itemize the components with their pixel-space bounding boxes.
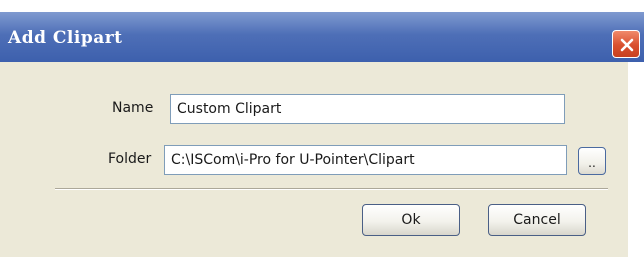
close-button[interactable] xyxy=(612,30,640,58)
divider xyxy=(55,188,608,190)
dialog-title: Add Clipart xyxy=(8,28,123,48)
folder-label: Folder xyxy=(108,151,152,167)
add-clipart-dialog: Add Clipart Name Custom Clipart Folder C… xyxy=(0,0,644,257)
name-input[interactable]: Custom Clipart xyxy=(170,94,565,124)
name-label: Name xyxy=(112,100,154,116)
window-edge xyxy=(628,62,644,257)
ok-button[interactable]: Ok xyxy=(362,204,460,236)
folder-input[interactable]: C:\ISCom\i-Pro for U-Pointer\Clipart xyxy=(164,145,567,175)
cancel-button[interactable]: Cancel xyxy=(488,204,586,236)
title-bar[interactable]: Add Clipart xyxy=(0,12,644,62)
close-icon xyxy=(620,38,634,52)
browse-button[interactable]: .. xyxy=(578,147,606,175)
